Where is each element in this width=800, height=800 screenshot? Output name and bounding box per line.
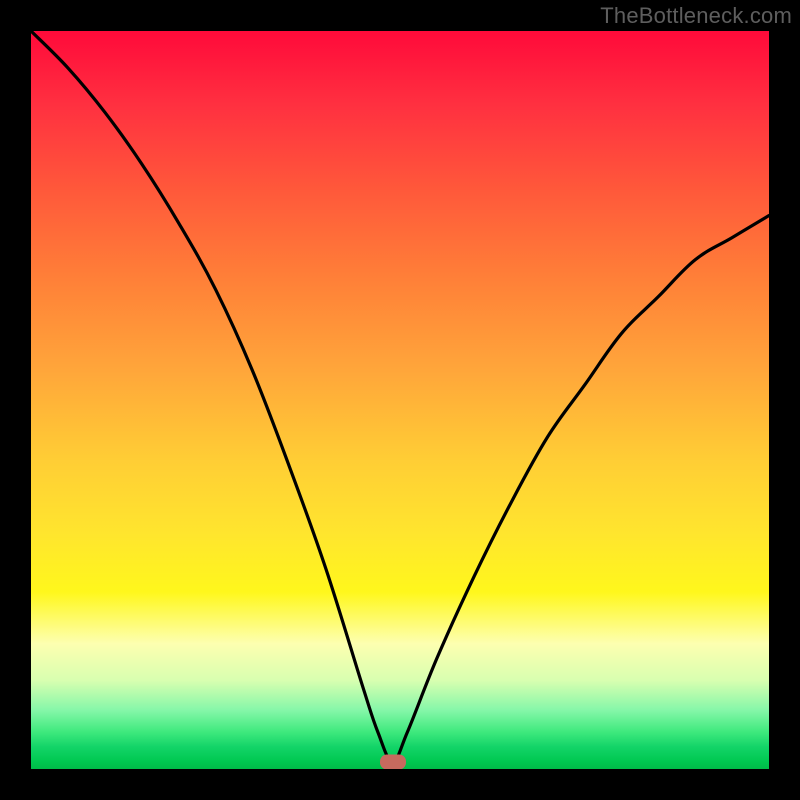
plot-area bbox=[31, 31, 769, 769]
bottleneck-curve bbox=[31, 31, 769, 769]
chart-frame: TheBottleneck.com bbox=[0, 0, 800, 800]
watermark-text: TheBottleneck.com bbox=[600, 3, 792, 29]
optimum-marker bbox=[380, 754, 406, 769]
